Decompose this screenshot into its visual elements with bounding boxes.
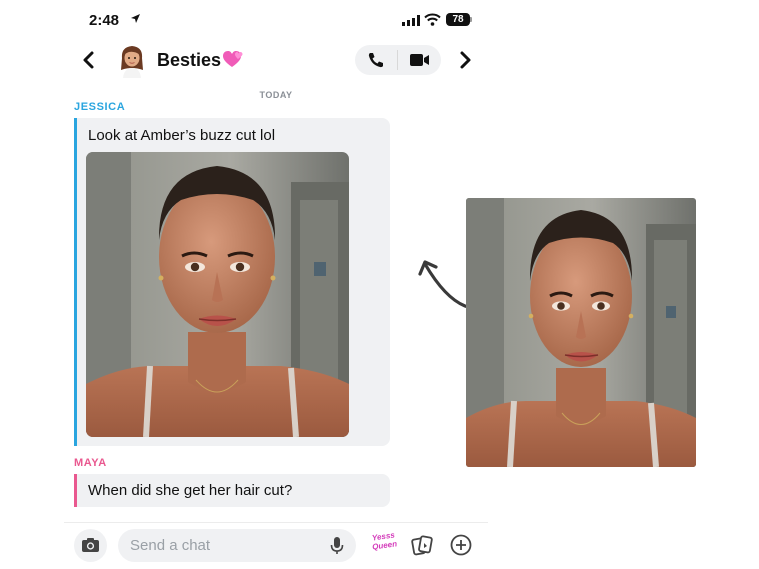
camera-button[interactable] [74, 529, 107, 562]
sticker-button[interactable]: Yesss Queen [368, 530, 400, 558]
message-text: Look at Amber’s buzz cut lol [88, 127, 276, 144]
status-time: 2:48 [89, 12, 120, 29]
camera-icon [82, 538, 99, 552]
shared-photo[interactable] [86, 152, 349, 437]
status-bar: 2:48 78 [64, 0, 488, 40]
day-divider: TODAY [259, 90, 293, 100]
phone-icon[interactable] [355, 45, 397, 75]
sticker-label: Yesss Queen [368, 530, 400, 552]
chat-title[interactable]: Besties [157, 50, 221, 71]
signal-icon [402, 15, 420, 26]
mic-icon[interactable] [330, 537, 344, 555]
chat-input[interactable] [118, 529, 356, 562]
canvas: 2:48 78 Besties TODAY JESSICA Look at Am… [0, 0, 759, 569]
heart-icon [223, 51, 243, 67]
call-actions [355, 45, 441, 75]
message-maya[interactable]: When did she get her hair cut? [74, 474, 390, 507]
message-text: When did she get her hair cut? [88, 482, 293, 499]
video-icon[interactable] [398, 45, 441, 75]
plus-icon[interactable] [450, 534, 472, 556]
sender-name-jessica: JESSICA [74, 101, 126, 113]
back-chevron-icon[interactable] [78, 48, 100, 72]
chat-input-bar: Yesss Queen [64, 527, 488, 567]
avatar[interactable] [117, 44, 147, 78]
message-jessica[interactable]: Look at Amber’s buzz cut lol [74, 118, 390, 446]
forward-chevron-icon[interactable] [454, 48, 476, 72]
cards-icon[interactable] [411, 534, 433, 556]
chat-header: Besties [64, 38, 488, 84]
input-divider [64, 522, 488, 523]
source-photo [466, 198, 696, 467]
battery-tip [470, 17, 472, 22]
wifi-icon [424, 13, 441, 26]
sender-name-maya: MAYA [74, 457, 107, 469]
location-arrow-icon [131, 14, 140, 23]
battery-icon: 78 [446, 13, 470, 26]
